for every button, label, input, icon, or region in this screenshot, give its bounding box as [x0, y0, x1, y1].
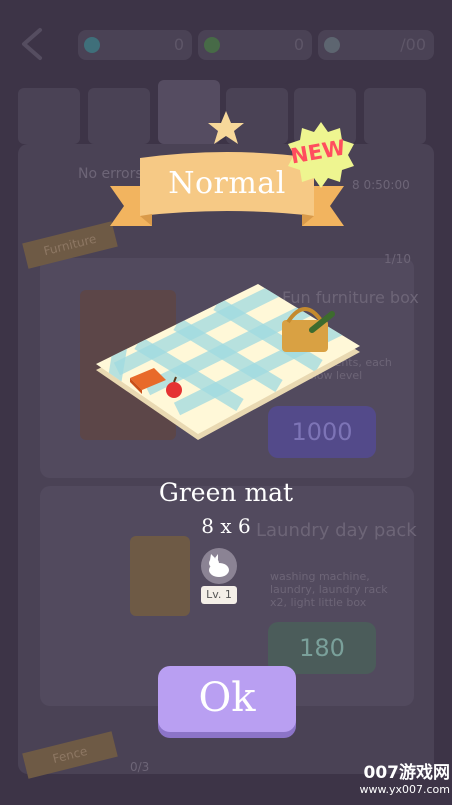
gem-count: 0 [173, 35, 184, 54]
stock-counter: 1/10 [384, 252, 411, 266]
coin-count: /00 [400, 35, 426, 54]
category-tab-bag[interactable] [88, 88, 150, 144]
cat-level-icon [201, 548, 237, 584]
watermark-title: 007游戏网 [363, 763, 451, 783]
category-tab-tags[interactable] [18, 88, 80, 144]
ok-button-label: Ok [198, 675, 256, 721]
coin-icon [324, 37, 340, 53]
item-size: 8 x 6 [201, 514, 251, 538]
clover-currency: 0 [198, 30, 312, 60]
bottom-counter: 0/3 [130, 760, 150, 774]
rarity-title: Normal [168, 166, 286, 201]
watermark-url: www.yx007.com [359, 783, 450, 796]
gem-icon [84, 37, 100, 53]
ok-button[interactable]: Ok [158, 666, 296, 732]
laundry-pack-image [130, 536, 190, 616]
level-label: Lv. 1 [201, 586, 237, 604]
green-mat-image [96, 284, 360, 440]
star-icon [208, 111, 244, 144]
card2-price: 180 [299, 634, 345, 662]
site-watermark: 007游戏网 www.yx007.com [340, 758, 450, 796]
clover-icon [204, 37, 220, 53]
gem-currency: 0 [78, 30, 192, 60]
notice-right: 8 0:50:00 [352, 178, 410, 192]
back-arrow-icon[interactable] [14, 26, 50, 62]
category-tab-ticket[interactable] [364, 88, 426, 144]
coin-currency: /00 [318, 30, 434, 60]
card2-desc: washing machine, laundry, laundry rack x… [270, 570, 388, 609]
clover-count: 0 [293, 35, 304, 54]
item-name: Green mat [158, 478, 294, 507]
